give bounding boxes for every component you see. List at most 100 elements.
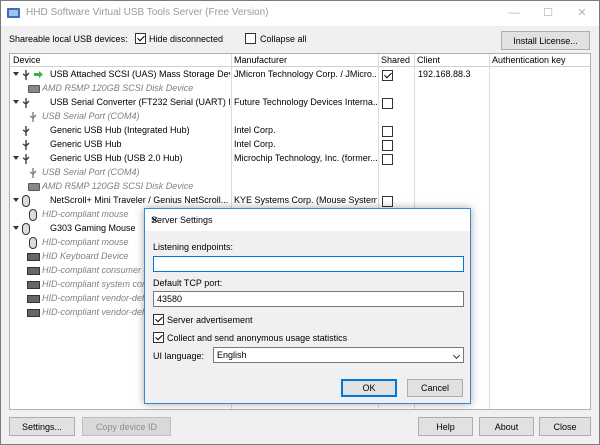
table-row[interactable]: NetScroll+ Mini Traveler / Genius NetScr… bbox=[10, 194, 590, 208]
usb-icon bbox=[22, 98, 30, 108]
default-port-input[interactable]: 43580 bbox=[153, 291, 464, 307]
close-button[interactable]: Close bbox=[539, 417, 591, 436]
manufacturer-name: Microchip Technology, Inc. (former... bbox=[234, 153, 377, 163]
expand-arrow-icon[interactable] bbox=[13, 226, 19, 230]
cancel-button[interactable]: Cancel bbox=[407, 379, 463, 397]
device-name: Generic USB Hub (Integrated Hub) bbox=[50, 125, 190, 135]
toolbar: Shareable local USB devices: Hide discon… bbox=[1, 26, 599, 53]
manufacturer-name: Intel Corp. bbox=[234, 139, 276, 149]
table-row[interactable]: AMD R5MP 120GB SCSI Disk Device bbox=[10, 82, 590, 96]
device-name: Generic USB Hub (USB 2.0 Hub) bbox=[50, 153, 183, 163]
expand-arrow-icon[interactable] bbox=[13, 156, 19, 160]
device-name: USB Serial Port (COM4) bbox=[42, 111, 140, 121]
listening-endpoints-input[interactable] bbox=[153, 256, 464, 272]
table-row[interactable]: USB Serial Port (COM4) bbox=[10, 110, 590, 124]
collect-stats-label[interactable]: Collect and send anonymous usage statist… bbox=[167, 333, 347, 343]
disk-icon bbox=[28, 183, 40, 191]
shared-checkbox[interactable] bbox=[382, 140, 393, 151]
shared-checkbox[interactable] bbox=[382, 126, 393, 137]
table-header: Device Manufacturer Shared Client Authen… bbox=[10, 54, 590, 67]
window-title: HHD Software Virtual USB Tools Server (F… bbox=[26, 7, 269, 18]
hid-device-icon bbox=[27, 295, 40, 303]
server-advertisement-checkbox[interactable] bbox=[153, 314, 164, 325]
device-name: HID-compliant vendor-defi bbox=[42, 307, 147, 317]
server-settings-dialog: Server Settings ✕ Listening endpoints: D… bbox=[144, 208, 471, 404]
dialog-close-icon[interactable]: ✕ bbox=[151, 215, 464, 226]
hid-device-icon bbox=[27, 309, 40, 317]
expand-arrow-icon[interactable] bbox=[13, 72, 19, 76]
client-address: 192.168.88.3 bbox=[418, 69, 471, 79]
device-name: HID-compliant mouse bbox=[42, 209, 129, 219]
shared-checkbox[interactable] bbox=[382, 196, 393, 207]
copy-device-id-button[interactable]: Copy device ID bbox=[82, 417, 171, 436]
device-name: USB Serial Port (COM4) bbox=[42, 167, 140, 177]
shared-checkbox[interactable] bbox=[382, 154, 393, 165]
bottom-bar: Settings... Copy device ID Help About Cl… bbox=[1, 413, 599, 443]
title-bar: HHD Software Virtual USB Tools Server (F… bbox=[1, 1, 599, 26]
hide-disconnected-label[interactable]: Hide disconnected bbox=[149, 34, 223, 44]
collapse-all-checkbox[interactable] bbox=[245, 33, 256, 44]
default-port-label: Default TCP port: bbox=[153, 278, 223, 288]
column-client[interactable]: Client bbox=[417, 55, 440, 65]
ui-language-select[interactable]: English bbox=[213, 347, 464, 363]
chevron-down-icon bbox=[452, 351, 461, 360]
shared-arrow-icon bbox=[34, 71, 43, 78]
device-name: USB Serial Converter (FT232 Serial (UART… bbox=[50, 97, 230, 107]
table-row[interactable]: Generic USB Hub (Integrated Hub) Intel C… bbox=[10, 124, 590, 138]
column-auth-key[interactable]: Authentication key bbox=[492, 55, 566, 65]
ui-language-label: UI language: bbox=[153, 351, 205, 361]
device-name: HID-compliant mouse bbox=[42, 237, 129, 247]
table-row[interactable]: AMD R5MP 120GB SCSI Disk Device bbox=[10, 180, 590, 194]
usb-icon bbox=[22, 70, 30, 80]
install-license-button[interactable]: Install License... bbox=[501, 31, 590, 50]
hid-device-icon bbox=[27, 281, 40, 289]
settings-button[interactable]: Settings... bbox=[9, 417, 75, 436]
mouse-icon bbox=[22, 195, 30, 207]
device-name: USB Attached SCSI (UAS) Mass Storage Dev… bbox=[50, 69, 230, 79]
ui-language-value: English bbox=[217, 350, 247, 360]
disk-icon bbox=[28, 85, 40, 93]
table-row[interactable]: USB Attached SCSI (UAS) Mass Storage Dev… bbox=[10, 68, 590, 82]
dialog-title-bar: Server Settings ✕ bbox=[145, 209, 470, 231]
shareable-label: Shareable local USB devices: bbox=[9, 34, 128, 44]
maximize-button[interactable]: ☐ bbox=[533, 4, 563, 22]
expand-arrow-icon[interactable] bbox=[13, 198, 19, 202]
manufacturer-name: JMicron Technology Corp. / JMicro... bbox=[234, 69, 377, 79]
column-shared[interactable]: Shared bbox=[381, 55, 410, 65]
table-row[interactable]: Generic USB Hub Intel Corp. bbox=[10, 138, 590, 152]
usb-hub-icon bbox=[22, 126, 30, 136]
device-name: HID Keyboard Device bbox=[42, 251, 129, 261]
minimize-button[interactable]: — bbox=[499, 4, 529, 22]
shared-checkbox[interactable] bbox=[382, 70, 393, 81]
server-advertisement-label[interactable]: Server advertisement bbox=[167, 315, 253, 325]
ok-button[interactable]: OK bbox=[341, 379, 397, 397]
column-device[interactable]: Device bbox=[13, 55, 41, 65]
collect-stats-checkbox[interactable] bbox=[153, 332, 164, 343]
about-button[interactable]: About bbox=[479, 417, 534, 436]
expand-arrow-icon[interactable] bbox=[13, 100, 19, 104]
help-button[interactable]: Help bbox=[418, 417, 473, 436]
device-name: AMD R5MP 120GB SCSI Disk Device bbox=[42, 83, 194, 93]
mouse-icon bbox=[29, 209, 37, 221]
collapse-all-label[interactable]: Collapse all bbox=[260, 34, 307, 44]
device-name: NetScroll+ Mini Traveler / Genius NetScr… bbox=[50, 195, 229, 205]
hid-device-icon bbox=[27, 267, 40, 275]
mouse-icon bbox=[22, 223, 30, 235]
manufacturer-name: Intel Corp. bbox=[234, 125, 276, 135]
usb-hub-icon bbox=[22, 154, 30, 164]
table-row[interactable]: Generic USB Hub (USB 2.0 Hub) Microchip … bbox=[10, 152, 590, 166]
app-icon bbox=[7, 8, 20, 18]
device-name: AMD R5MP 120GB SCSI Disk Device bbox=[42, 181, 194, 191]
table-row[interactable]: USB Serial Port (COM4) bbox=[10, 166, 590, 180]
device-name: Generic USB Hub bbox=[50, 139, 122, 149]
table-row[interactable]: USB Serial Converter (FT232 Serial (UART… bbox=[10, 96, 590, 110]
serial-port-icon bbox=[29, 168, 37, 178]
device-name: HID-compliant vendor-defi bbox=[42, 293, 147, 303]
close-window-button[interactable]: ✕ bbox=[567, 4, 597, 22]
shared-checkbox[interactable] bbox=[382, 98, 393, 109]
usb-hub-icon bbox=[22, 140, 30, 150]
column-manufacturer[interactable]: Manufacturer bbox=[234, 55, 287, 65]
keyboard-icon bbox=[27, 253, 40, 261]
hide-disconnected-checkbox[interactable] bbox=[135, 33, 146, 44]
device-name: HID-compliant consumer c bbox=[42, 265, 149, 275]
